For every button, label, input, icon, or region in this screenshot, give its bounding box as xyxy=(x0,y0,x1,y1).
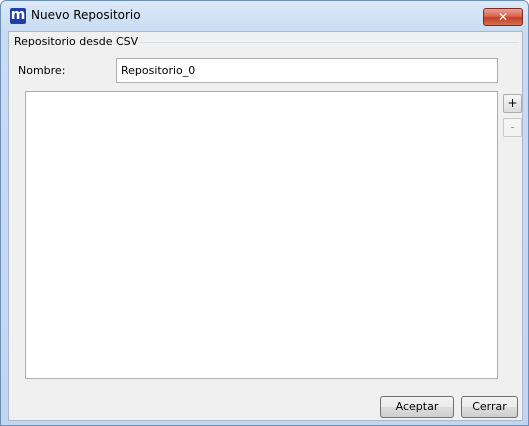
dialog-window: m Nuevo Repositorio ✕ Repositorio desde … xyxy=(0,0,529,426)
close-icon: ✕ xyxy=(497,10,509,24)
cancel-button[interactable]: Cerrar xyxy=(461,396,518,418)
add-item-button[interactable]: + xyxy=(503,94,522,113)
title-bar[interactable]: m Nuevo Repositorio ✕ xyxy=(1,1,528,31)
group-title: Repositorio desde CSV xyxy=(12,35,141,48)
name-input[interactable] xyxy=(116,58,498,83)
name-label: Nombre: xyxy=(18,64,66,77)
dialog-body: Repositorio desde CSV Nombre: + - Acepta… xyxy=(8,31,523,421)
app-logo-icon: m xyxy=(10,7,26,24)
columns-list[interactable] xyxy=(25,91,498,379)
accept-button[interactable]: Aceptar xyxy=(380,396,454,418)
remove-item-button[interactable]: - xyxy=(503,118,522,137)
close-window-button[interactable]: ✕ xyxy=(483,8,523,26)
window-title: Nuevo Repositorio xyxy=(31,8,141,22)
